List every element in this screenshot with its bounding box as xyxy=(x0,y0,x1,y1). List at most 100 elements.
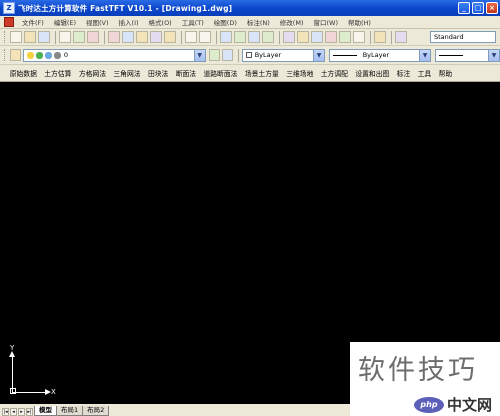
sun-icon[interactable] xyxy=(35,51,43,59)
unlock-icon[interactable] xyxy=(44,51,52,59)
layer-manager-icon[interactable] xyxy=(9,49,21,61)
tab-layout1[interactable]: 布局1 xyxy=(56,406,84,416)
menu-format[interactable]: 格式(O) xyxy=(144,17,177,27)
menu-help-custom[interactable]: 帮助 xyxy=(435,68,456,78)
copy-icon[interactable] xyxy=(122,31,134,43)
menu-edit[interactable]: 编辑(E) xyxy=(49,17,81,27)
tab-layout2[interactable]: 布局2 xyxy=(82,406,110,416)
watermark-text: 软件技巧 xyxy=(358,355,478,386)
cut-icon[interactable] xyxy=(108,31,120,43)
chevron-down-icon[interactable]: ▼ xyxy=(313,49,325,61)
pan-icon[interactable] xyxy=(220,31,232,43)
first-tab-icon[interactable]: |◂ xyxy=(2,408,9,416)
block-editor-icon[interactable] xyxy=(164,31,176,43)
close-button[interactable]: × xyxy=(486,2,498,14)
chevron-down-icon[interactable]: ▼ xyxy=(488,49,499,61)
prev-tab-icon[interactable]: ◂ xyxy=(10,408,17,416)
ucs-origin-box xyxy=(10,388,16,394)
document-icon[interactable] xyxy=(4,17,14,27)
menu-file[interactable]: 文件(F) xyxy=(17,17,49,27)
menu-draw[interactable]: 绘图(D) xyxy=(209,17,242,27)
separator xyxy=(216,30,217,44)
separator xyxy=(370,30,371,44)
color-value: ByLayer xyxy=(254,51,282,59)
ucs-icon: Y X xyxy=(9,344,57,396)
redo-icon[interactable] xyxy=(199,31,211,43)
earthwork-menu: 原始数据 土方估算 方格网法 三角网法 田块法 断面法 道路断面法 场景土方量 … xyxy=(0,65,500,82)
menu-triangle-method[interactable]: 三角网法 xyxy=(110,68,145,78)
next-tab-icon[interactable]: ▸ xyxy=(18,408,25,416)
zoom-previous-icon[interactable] xyxy=(262,31,274,43)
window-title: 飞时达土方计算软件 FastTFT V10.1 - [Drawing1.dwg] xyxy=(18,3,233,13)
menu-window[interactable]: 窗口(W) xyxy=(308,17,343,27)
publish-icon[interactable] xyxy=(87,31,99,43)
chevron-down-icon[interactable]: ▼ xyxy=(419,49,431,61)
color-square-icon xyxy=(53,51,61,59)
menu-annotation[interactable]: 标注 xyxy=(393,68,414,78)
linetype-value: ByLayer xyxy=(362,51,390,59)
menu-scene-volume[interactable]: 场景土方量 xyxy=(241,68,282,78)
print-icon[interactable] xyxy=(59,31,71,43)
menu-view[interactable]: 视图(V) xyxy=(81,17,114,27)
properties-icon[interactable] xyxy=(283,31,295,43)
open-file-icon[interactable] xyxy=(24,31,36,43)
php-logo-icon: php xyxy=(414,396,444,413)
layer-previous-icon[interactable] xyxy=(221,49,233,61)
menu-estimate[interactable]: 土方估算 xyxy=(41,68,76,78)
undo-icon[interactable] xyxy=(185,31,197,43)
separator xyxy=(55,30,56,44)
menu-settings-output[interactable]: 设置和出图 xyxy=(352,68,393,78)
linetype-select[interactable]: ByLayer ▼ xyxy=(328,48,432,62)
watermark: 软件技巧 php 中文网 xyxy=(350,342,500,416)
match-properties-icon[interactable] xyxy=(150,31,162,43)
menu-tools-custom[interactable]: 工具 xyxy=(414,68,435,78)
calculator-icon[interactable] xyxy=(353,31,365,43)
separator xyxy=(279,30,280,44)
menu-raw-data[interactable]: 原始数据 xyxy=(6,68,41,78)
text-style-icon xyxy=(395,31,407,43)
new-file-icon[interactable] xyxy=(10,31,22,43)
markup-icon[interactable] xyxy=(339,31,351,43)
toolbar-grip[interactable] xyxy=(4,31,7,43)
last-tab-icon[interactable]: ▸| xyxy=(26,408,33,416)
zoom-window-icon[interactable] xyxy=(248,31,260,43)
ucs-x-axis xyxy=(12,392,48,393)
menu-modify[interactable]: 修改(M) xyxy=(275,17,309,27)
menu-3d-site[interactable]: 三维场地 xyxy=(283,68,318,78)
make-current-layer-icon[interactable] xyxy=(208,49,220,61)
text-style-select[interactable]: Standard xyxy=(430,31,496,43)
ucs-x-label: X xyxy=(51,388,56,396)
menu-field-method[interactable]: 田块法 xyxy=(144,68,172,78)
save-icon[interactable] xyxy=(38,31,50,43)
tab-model[interactable]: 模型 xyxy=(34,406,57,416)
tool-palette-icon[interactable] xyxy=(311,31,323,43)
design-center-icon[interactable] xyxy=(297,31,309,43)
menu-grid-method[interactable]: 方格网法 xyxy=(75,68,110,78)
watermark-logo: php 中文网 xyxy=(414,394,492,415)
menu-road-section[interactable]: 道路断面法 xyxy=(200,68,241,78)
maximize-button[interactable]: □ xyxy=(472,2,484,14)
menu-bar: 文件(F) 编辑(E) 视图(V) 插入(I) 格式(O) 工具(T) 绘图(D… xyxy=(0,16,500,29)
separator xyxy=(391,30,392,44)
app-icon: Z xyxy=(3,2,15,14)
zoom-realtime-icon[interactable] xyxy=(234,31,246,43)
layer-select[interactable]: 0 ▼ xyxy=(22,48,206,62)
sheet-set-icon[interactable] xyxy=(325,31,337,43)
layer-state-icons xyxy=(26,51,61,59)
minimize-button[interactable]: _ xyxy=(458,2,470,14)
menu-tools[interactable]: 工具(T) xyxy=(177,17,209,27)
chevron-down-icon[interactable]: ▼ xyxy=(193,49,205,61)
menu-dimension[interactable]: 标注(N) xyxy=(242,17,275,27)
toolbar-grip[interactable] xyxy=(4,49,7,61)
menu-help[interactable]: 帮助(H) xyxy=(343,17,376,27)
menu-section-method[interactable]: 断面法 xyxy=(172,68,200,78)
bulb-icon[interactable] xyxy=(26,51,34,59)
paste-icon[interactable] xyxy=(136,31,148,43)
lineweight-select[interactable]: ▼ xyxy=(434,48,500,62)
help-icon[interactable] xyxy=(374,31,386,43)
layer-name: 0 xyxy=(63,51,68,59)
color-select[interactable]: ByLayer ▼ xyxy=(241,48,326,62)
menu-allocation[interactable]: 土方调配 xyxy=(317,68,352,78)
menu-insert[interactable]: 插入(I) xyxy=(114,17,144,27)
print-preview-icon[interactable] xyxy=(73,31,85,43)
